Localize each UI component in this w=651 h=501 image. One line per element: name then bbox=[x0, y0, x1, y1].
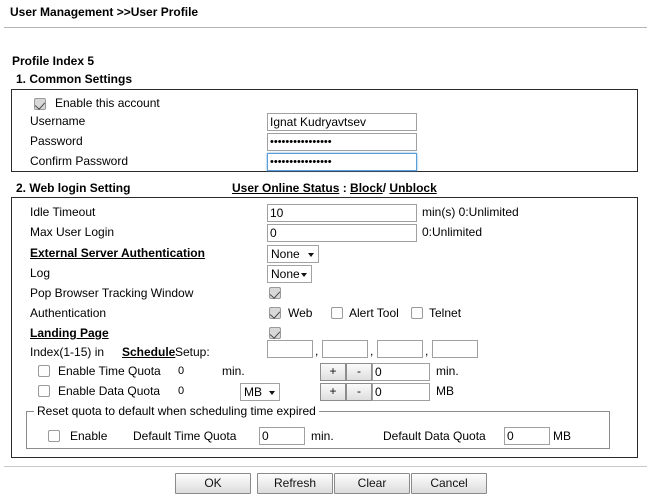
refresh-button[interactable]: Refresh bbox=[257, 473, 333, 494]
chevron-down-icon bbox=[308, 253, 314, 257]
auth-alert-tool-label: Alert Tool bbox=[349, 306, 399, 320]
header-divider bbox=[4, 27, 647, 28]
default-time-quota-unit: min. bbox=[311, 429, 334, 443]
auth-telnet-label: Telnet bbox=[429, 306, 462, 320]
time-quota-plus-button[interactable]: + bbox=[320, 363, 346, 381]
time-quota-input[interactable]: 0 bbox=[372, 363, 430, 381]
max-user-login-label: Max User Login bbox=[30, 225, 115, 239]
clear-button[interactable]: Clear bbox=[334, 473, 410, 494]
external-server-authentication-label[interactable]: External Server Authentication bbox=[30, 246, 205, 260]
default-time-quota-input[interactable]: 0 bbox=[259, 427, 305, 445]
enable-account-checkbox[interactable] bbox=[34, 98, 46, 110]
auth-web-label: Web bbox=[288, 306, 313, 320]
default-time-quota-label: Default Time Quota bbox=[133, 429, 237, 443]
auth-telnet-checkbox[interactable] bbox=[411, 307, 423, 319]
log-select[interactable]: None bbox=[267, 265, 312, 283]
enable-account-label: Enable this account bbox=[55, 96, 160, 110]
page-title: Profile Index 5 bbox=[12, 54, 95, 68]
time-quota-unit-label: min. bbox=[436, 364, 459, 378]
reset-enable-label: Enable bbox=[70, 429, 108, 443]
auth-alert-tool-checkbox[interactable] bbox=[331, 307, 343, 319]
authentication-label: Authentication bbox=[30, 306, 107, 320]
landing-page-label[interactable]: Landing Page bbox=[30, 326, 109, 340]
landing-page-checkbox[interactable] bbox=[269, 327, 281, 339]
schedule-suffix-label: Setup: bbox=[175, 345, 210, 359]
external-auth-value: None bbox=[271, 247, 300, 261]
section-1-title: 1. Common Settings bbox=[16, 72, 133, 86]
max-user-login-hint: 0:Unlimited bbox=[422, 225, 483, 239]
data-quota-unit-select[interactable]: MB bbox=[240, 383, 280, 401]
schedule-prefix-label: Index(1-15) in bbox=[30, 345, 105, 359]
default-data-quota-unit: MB bbox=[553, 429, 571, 443]
schedule-comma-2: , bbox=[370, 344, 374, 358]
confirm-password-label: Confirm Password bbox=[30, 154, 129, 168]
time-quota-minus-button[interactable]: - bbox=[346, 363, 372, 381]
schedule-input-1[interactable] bbox=[267, 340, 313, 358]
default-data-quota-label: Default Data Quota bbox=[383, 429, 486, 443]
max-user-login-input[interactable]: 0 bbox=[267, 224, 417, 242]
enable-data-quota-label: Enable Data Quota bbox=[58, 384, 161, 398]
ok-button[interactable]: OK bbox=[175, 473, 251, 494]
schedule-comma-1: , bbox=[315, 344, 319, 358]
schedule-link[interactable]: Schedule bbox=[122, 345, 175, 359]
data-quota-unit-value: MB bbox=[244, 385, 262, 399]
footer-divider bbox=[4, 466, 647, 467]
cancel-button[interactable]: Cancel bbox=[411, 473, 487, 494]
chevron-down-icon bbox=[301, 273, 307, 277]
time-quota-unit-used: min. bbox=[222, 364, 245, 378]
data-quota-input[interactable]: 0 bbox=[372, 383, 430, 401]
breadcrumb: User Management >>User Profile bbox=[10, 5, 199, 19]
auth-web-checkbox[interactable] bbox=[269, 307, 281, 319]
data-quota-minus-button[interactable]: - bbox=[346, 383, 372, 401]
schedule-input-4[interactable] bbox=[432, 340, 478, 358]
chevron-down-icon bbox=[269, 391, 275, 395]
schedule-input-3[interactable] bbox=[377, 340, 423, 358]
schedule-input-2[interactable] bbox=[322, 340, 368, 358]
idle-timeout-input[interactable]: 10 bbox=[267, 204, 417, 222]
user-online-status-link[interactable]: User Online Status bbox=[232, 181, 339, 195]
time-quota-used-value: 0 bbox=[178, 365, 185, 377]
enable-time-quota-checkbox[interactable] bbox=[38, 365, 50, 377]
section-2-title: 2. Web login Setting bbox=[16, 181, 131, 195]
data-quota-plus-button[interactable]: + bbox=[320, 383, 346, 401]
default-data-quota-input[interactable]: 0 bbox=[504, 427, 550, 445]
idle-timeout-label: Idle Timeout bbox=[30, 205, 96, 219]
enable-data-quota-checkbox[interactable] bbox=[38, 385, 50, 397]
pop-browser-tracking-label: Pop Browser Tracking Window bbox=[30, 286, 194, 300]
unblock-link[interactable]: Unblock bbox=[389, 181, 436, 195]
log-value: None bbox=[271, 267, 300, 281]
external-server-authentication-select[interactable]: None bbox=[267, 245, 319, 263]
password-input[interactable]: •••••••••••••••• bbox=[267, 133, 417, 151]
confirm-password-input[interactable]: •••••••••••••••• bbox=[267, 153, 417, 171]
schedule-comma-3: , bbox=[425, 344, 429, 358]
pop-browser-tracking-checkbox[interactable] bbox=[269, 287, 281, 299]
log-label: Log bbox=[30, 266, 51, 280]
username-input[interactable]: Ignat Kudryavtsev bbox=[267, 113, 417, 131]
block-link[interactable]: Block bbox=[350, 181, 383, 195]
reset-quota-legend: Reset quota to default when scheduling t… bbox=[34, 404, 319, 418]
password-label: Password bbox=[30, 134, 83, 148]
reset-enable-checkbox[interactable] bbox=[48, 430, 60, 442]
online-status-separator: : bbox=[339, 181, 351, 195]
username-label: Username bbox=[30, 114, 86, 128]
data-quota-used-value: 0 bbox=[178, 385, 185, 397]
user-online-status-bar: User Online Status : Block/ Unblock bbox=[232, 181, 437, 195]
data-quota-unit-label: MB bbox=[436, 384, 454, 398]
idle-timeout-hint: min(s) 0:Unlimited bbox=[422, 205, 519, 219]
enable-time-quota-label: Enable Time Quota bbox=[58, 364, 161, 378]
